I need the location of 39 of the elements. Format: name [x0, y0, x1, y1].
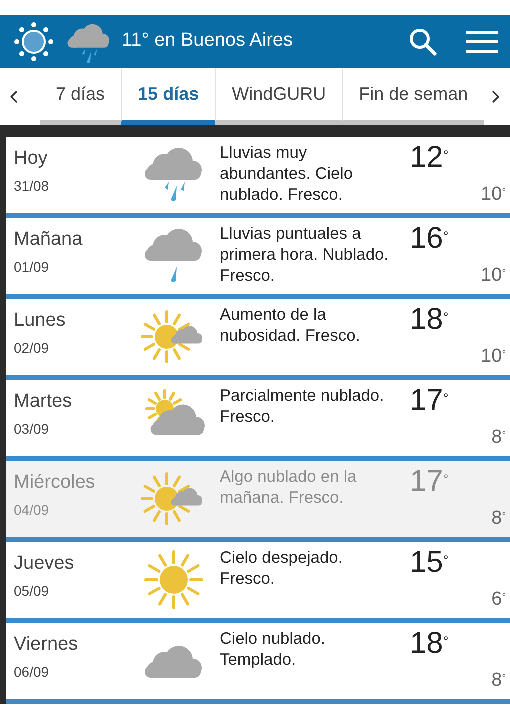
forecast-description: Algo nublado en la mañana. Fresco.	[220, 467, 358, 509]
day-name: Mañana	[14, 228, 84, 252]
high-temperature: 17$^{°}$	[409, 464, 450, 499]
day-name: Martes	[14, 390, 74, 414]
low-temperature: 10$^{°}$	[481, 182, 506, 206]
day-date: 04/09	[14, 500, 50, 520]
day-date: 31/08	[14, 176, 50, 196]
high-temperature: 15$^{°}$	[409, 545, 450, 580]
low-temperature: 10$^{°}$	[481, 344, 506, 368]
day-name: Lunes	[14, 309, 67, 333]
low-temperature: 8$^{°}$	[492, 668, 506, 692]
day-date: 05/09	[14, 582, 50, 600]
day-name: Jueves	[14, 552, 76, 576]
high-temperature: 18$^{°}$	[409, 626, 450, 661]
sun-icon	[12, 20, 56, 64]
low-temperature: 6$^{°}$	[492, 588, 506, 612]
high-temperature: 12$^{°}$	[409, 140, 450, 175]
high-temperature: 18$^{°}$	[409, 302, 450, 337]
high-temperature: 16$^{°}$	[409, 221, 450, 256]
forecast-description: Aumento de la nubosidad. Fresco.	[220, 305, 362, 347]
day-row[interactable]: Miércoles 04/09 Algo nublado en la mañana. Fresco. 17$^{°}$ 8$^{°}$	[6, 461, 510, 542]
forecast-description: Lluvias puntuales a primera hora. Nublado. Fresco.	[220, 224, 390, 287]
forecast-description: Cielo despejado. Fresco.	[220, 548, 344, 590]
forecast-description: Parcialmente nublado. Fresco.	[220, 386, 386, 428]
low-temperature: 8$^{°}$	[492, 506, 506, 530]
day-name: Viernes	[14, 633, 80, 657]
day-date: 01/09	[14, 258, 50, 276]
day-date: 03/09	[14, 420, 50, 438]
forecast-description: Cielo nublado. Templado.	[220, 629, 326, 671]
low-temperature: 8$^{°}$	[492, 426, 506, 450]
header-title: 11° en Buenos Aires	[122, 29, 293, 54]
day-name: Hoy	[14, 147, 49, 171]
high-temperature: 17$^{°}$	[409, 383, 450, 418]
day-date: 06/09	[14, 662, 50, 682]
search-icon[interactable]	[408, 26, 438, 56]
day-name: Miércoles	[14, 471, 96, 495]
forecast-description: Lluvias muy abundantes. Cielo nublado. Fresco.	[220, 143, 354, 206]
low-temperature: 10$^{°}$	[481, 264, 506, 288]
day-date: 02/09	[14, 338, 50, 358]
